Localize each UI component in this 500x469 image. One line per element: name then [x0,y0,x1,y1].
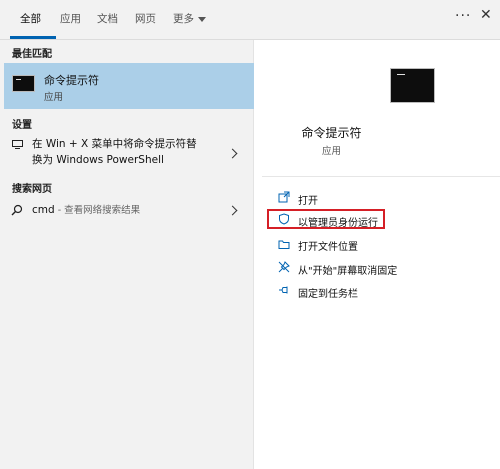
action-open[interactable]: 打开 [298,192,318,207]
best-match-result[interactable] [4,63,254,109]
best-match-subtitle: 应用 [44,92,64,103]
web-search-query: cmd [32,204,55,216]
unpin-icon [278,261,290,273]
chevron-down-icon [198,16,206,22]
tab-more[interactable]: 更多 [173,11,206,26]
section-best-match: 最佳匹配 [12,49,52,60]
section-web-search: 搜索网页 [12,184,52,195]
web-search-suffix: - 查看网络搜索结果 [54,205,141,216]
command-prompt-icon [12,75,35,92]
best-match-title: 命令提示符 [44,74,99,87]
close-icon[interactable]: ✕ [480,7,492,23]
more-options-icon[interactable]: ··· [455,8,471,24]
tab-more-label: 更多 [173,13,194,25]
app-subtitle: 应用 [321,146,341,157]
search-icon [11,204,23,216]
tab-all[interactable]: 全部 [20,11,41,26]
open-icon [278,191,290,203]
active-tab-indicator [10,36,56,39]
divider [262,176,500,177]
command-prompt-icon [390,68,435,103]
action-unpin-from-start[interactable]: 从"开始"屏幕取消固定 [298,262,397,277]
app-title: 命令提示符 [301,126,362,140]
web-search-text: cmd - 查看网络搜索结果 [32,202,140,219]
action-pin-to-taskbar[interactable]: 固定到任务栏 [298,285,358,300]
action-open-file-location[interactable]: 打开文件位置 [298,238,358,253]
tab-web[interactable]: 网页 [135,11,156,26]
folder-icon [278,240,290,249]
details-pane [262,40,500,469]
highlight-box [267,209,385,229]
tab-documents[interactable]: 文档 [97,11,118,26]
pin-icon [279,286,288,294]
tab-apps[interactable]: 应用 [60,11,81,26]
search-filter-tabs: 全部 应用 文档 网页 更多 ··· ✕ [0,0,500,40]
